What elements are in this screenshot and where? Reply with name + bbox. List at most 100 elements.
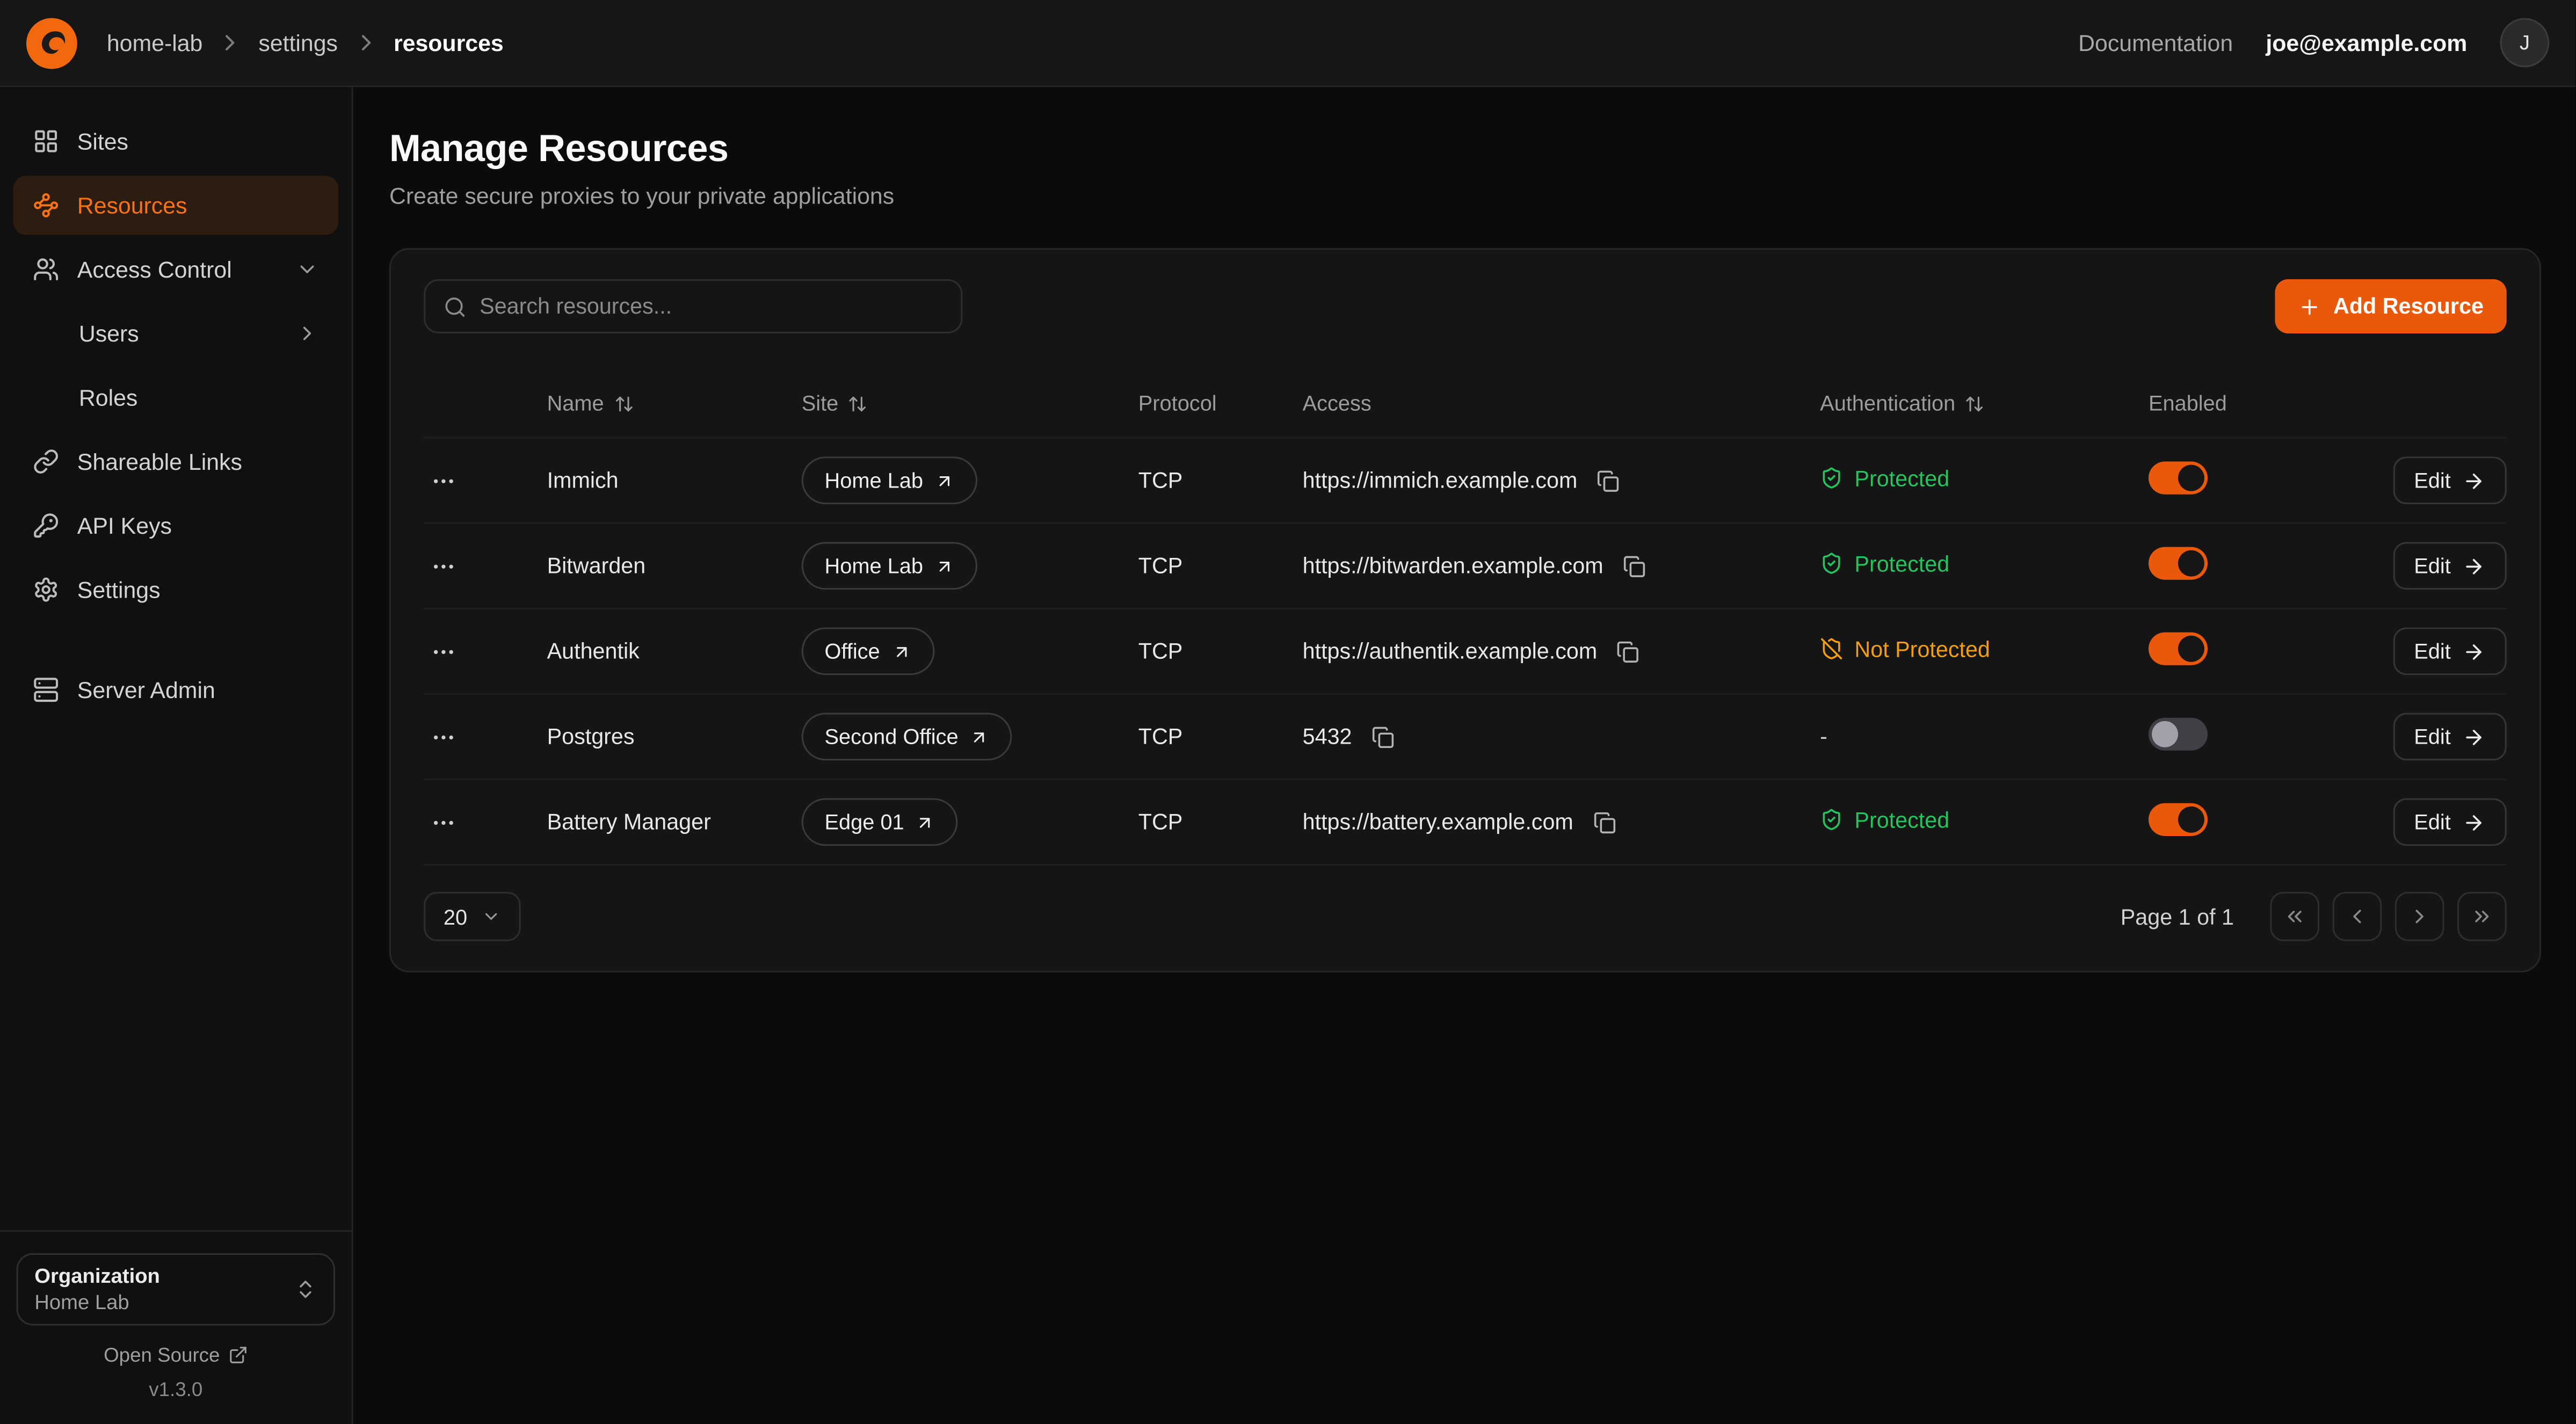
copy-button[interactable] xyxy=(1594,466,1623,495)
site-name: Home Lab xyxy=(825,554,923,578)
sidebar-item-label: Server Admin xyxy=(77,677,215,703)
column-header-label: Access xyxy=(1303,391,1372,416)
site-link[interactable]: Edge 01 xyxy=(802,798,959,846)
row-menu-button[interactable] xyxy=(424,631,463,671)
arrow-up-right-icon xyxy=(891,641,911,661)
user-email[interactable]: joe@example.com xyxy=(2266,30,2467,56)
table-toolbar: Add Resource xyxy=(424,279,2507,333)
ellipsis-icon xyxy=(430,553,456,579)
table-row: Immich Home Lab TCP https://immich.examp… xyxy=(424,439,2507,524)
ellipsis-icon xyxy=(430,467,456,493)
page-size-select[interactable]: 20 xyxy=(424,892,521,941)
column-header-name[interactable]: Name xyxy=(547,391,802,416)
organization-select[interactable]: Organization Home Lab xyxy=(17,1253,335,1326)
row-menu-button[interactable] xyxy=(424,717,463,756)
sidebar-item-label: Sites xyxy=(77,128,128,155)
breadcrumb-settings[interactable]: settings xyxy=(258,30,338,56)
search-input[interactable] xyxy=(480,294,943,319)
topbar: home-lab settings resources Documentatio… xyxy=(0,0,2575,87)
column-header-authentication[interactable]: Authentication xyxy=(1820,391,2149,416)
edit-button[interactable]: Edit xyxy=(2392,713,2506,761)
first-page-button[interactable] xyxy=(2270,892,2319,941)
site-link[interactable]: Home Lab xyxy=(802,542,977,590)
auth-status: Protected xyxy=(1820,808,1949,832)
enabled-toggle[interactable] xyxy=(2149,718,2208,751)
site-link[interactable]: Office xyxy=(802,627,934,675)
column-header-label: Protocol xyxy=(1138,391,1217,416)
edit-label: Edit xyxy=(2414,639,2451,664)
site-link[interactable]: Second Office xyxy=(802,713,1013,761)
last-page-button[interactable] xyxy=(2457,892,2507,941)
column-header-protocol: Protocol xyxy=(1138,391,1303,416)
table-row: Postgres Second Office TCP 5432 - Edit xyxy=(424,695,2507,780)
sidebar-item-sites[interactable]: Sites xyxy=(13,112,338,171)
site-name: Edge 01 xyxy=(825,810,904,834)
edit-button[interactable]: Edit xyxy=(2392,542,2506,590)
enabled-toggle[interactable] xyxy=(2149,633,2208,665)
resource-access: https://bitwarden.example.com xyxy=(1303,554,1603,578)
resource-access: https://immich.example.com xyxy=(1303,468,1578,493)
documentation-link[interactable]: Documentation xyxy=(2078,30,2233,56)
column-header-label: Authentication xyxy=(1820,391,1955,416)
row-menu-button[interactable] xyxy=(424,461,463,500)
sidebar-item-server-admin[interactable]: Server Admin xyxy=(13,660,338,720)
arrow-right-icon xyxy=(2462,469,2485,492)
edit-button[interactable]: Edit xyxy=(2392,798,2506,846)
resources-card: Add Resource Name Site xyxy=(389,248,2541,972)
enabled-toggle[interactable] xyxy=(2149,803,2208,836)
auth-status: Protected xyxy=(1820,551,1949,576)
pangolin-logo-icon xyxy=(32,23,71,62)
enabled-toggle[interactable] xyxy=(2149,462,2208,495)
arrow-right-icon xyxy=(2462,725,2485,748)
sidebar-item-users[interactable]: Users xyxy=(13,304,338,363)
sidebar-item-roles[interactable]: Roles xyxy=(13,368,338,427)
sidebar-item-resources[interactable]: Resources xyxy=(13,176,338,235)
sidebar-item-api-keys[interactable]: API Keys xyxy=(13,496,338,555)
sidebar-item-label: Resources xyxy=(77,192,187,219)
add-resource-button[interactable]: Add Resource xyxy=(2276,279,2507,333)
breadcrumb-resources[interactable]: resources xyxy=(394,30,504,56)
ellipsis-icon xyxy=(430,723,456,750)
copy-button[interactable] xyxy=(1620,551,1649,580)
pangolin-logo[interactable] xyxy=(26,17,77,68)
prev-page-button[interactable] xyxy=(2333,892,2382,941)
ellipsis-icon xyxy=(430,809,456,835)
chevron-right-icon xyxy=(353,30,379,56)
breadcrumb: home-lab settings resources xyxy=(107,30,504,56)
copy-button[interactable] xyxy=(1614,636,1643,666)
external-link-icon xyxy=(228,1345,248,1365)
shield-check-icon xyxy=(1820,467,1843,490)
sort-icon xyxy=(1965,394,1985,413)
version-label: v1.3.0 xyxy=(149,1378,202,1401)
avatar[interactable]: J xyxy=(2500,18,2550,68)
auth-label: Not Protected xyxy=(1854,637,1990,662)
edit-button[interactable]: Edit xyxy=(2392,627,2506,675)
copy-icon xyxy=(1372,725,1395,748)
gear-icon xyxy=(33,577,59,603)
sidebar-item-settings[interactable]: Settings xyxy=(13,560,338,619)
resource-name: Immich xyxy=(547,468,802,493)
sidebar-item-shareable-links[interactable]: Shareable Links xyxy=(13,432,338,491)
chevron-left-icon xyxy=(2346,905,2369,928)
next-page-button[interactable] xyxy=(2395,892,2444,941)
open-source-link[interactable]: Open Source xyxy=(104,1343,248,1367)
copy-button[interactable] xyxy=(1368,722,1398,751)
plus-icon xyxy=(2299,295,2322,318)
open-source-label: Open Source xyxy=(104,1343,220,1367)
edit-button[interactable]: Edit xyxy=(2392,456,2506,504)
page-info: Page 1 of 1 xyxy=(2121,904,2234,929)
resource-name: Bitwarden xyxy=(547,554,802,578)
sidebar-item-access-control[interactable]: Access Control xyxy=(13,240,338,299)
resource-name: Battery Manager xyxy=(547,810,802,834)
row-menu-button[interactable] xyxy=(424,546,463,585)
copy-button[interactable] xyxy=(1590,807,1619,837)
breadcrumb-org[interactable]: home-lab xyxy=(107,30,203,56)
link-icon xyxy=(33,448,59,475)
row-menu-button[interactable] xyxy=(424,802,463,841)
site-link[interactable]: Home Lab xyxy=(802,456,977,504)
key-icon xyxy=(33,512,59,539)
toggle-knob xyxy=(2178,550,2204,577)
enabled-toggle[interactable] xyxy=(2149,547,2208,580)
column-header-site[interactable]: Site xyxy=(802,391,1138,416)
auth-status: - xyxy=(1820,724,1827,749)
